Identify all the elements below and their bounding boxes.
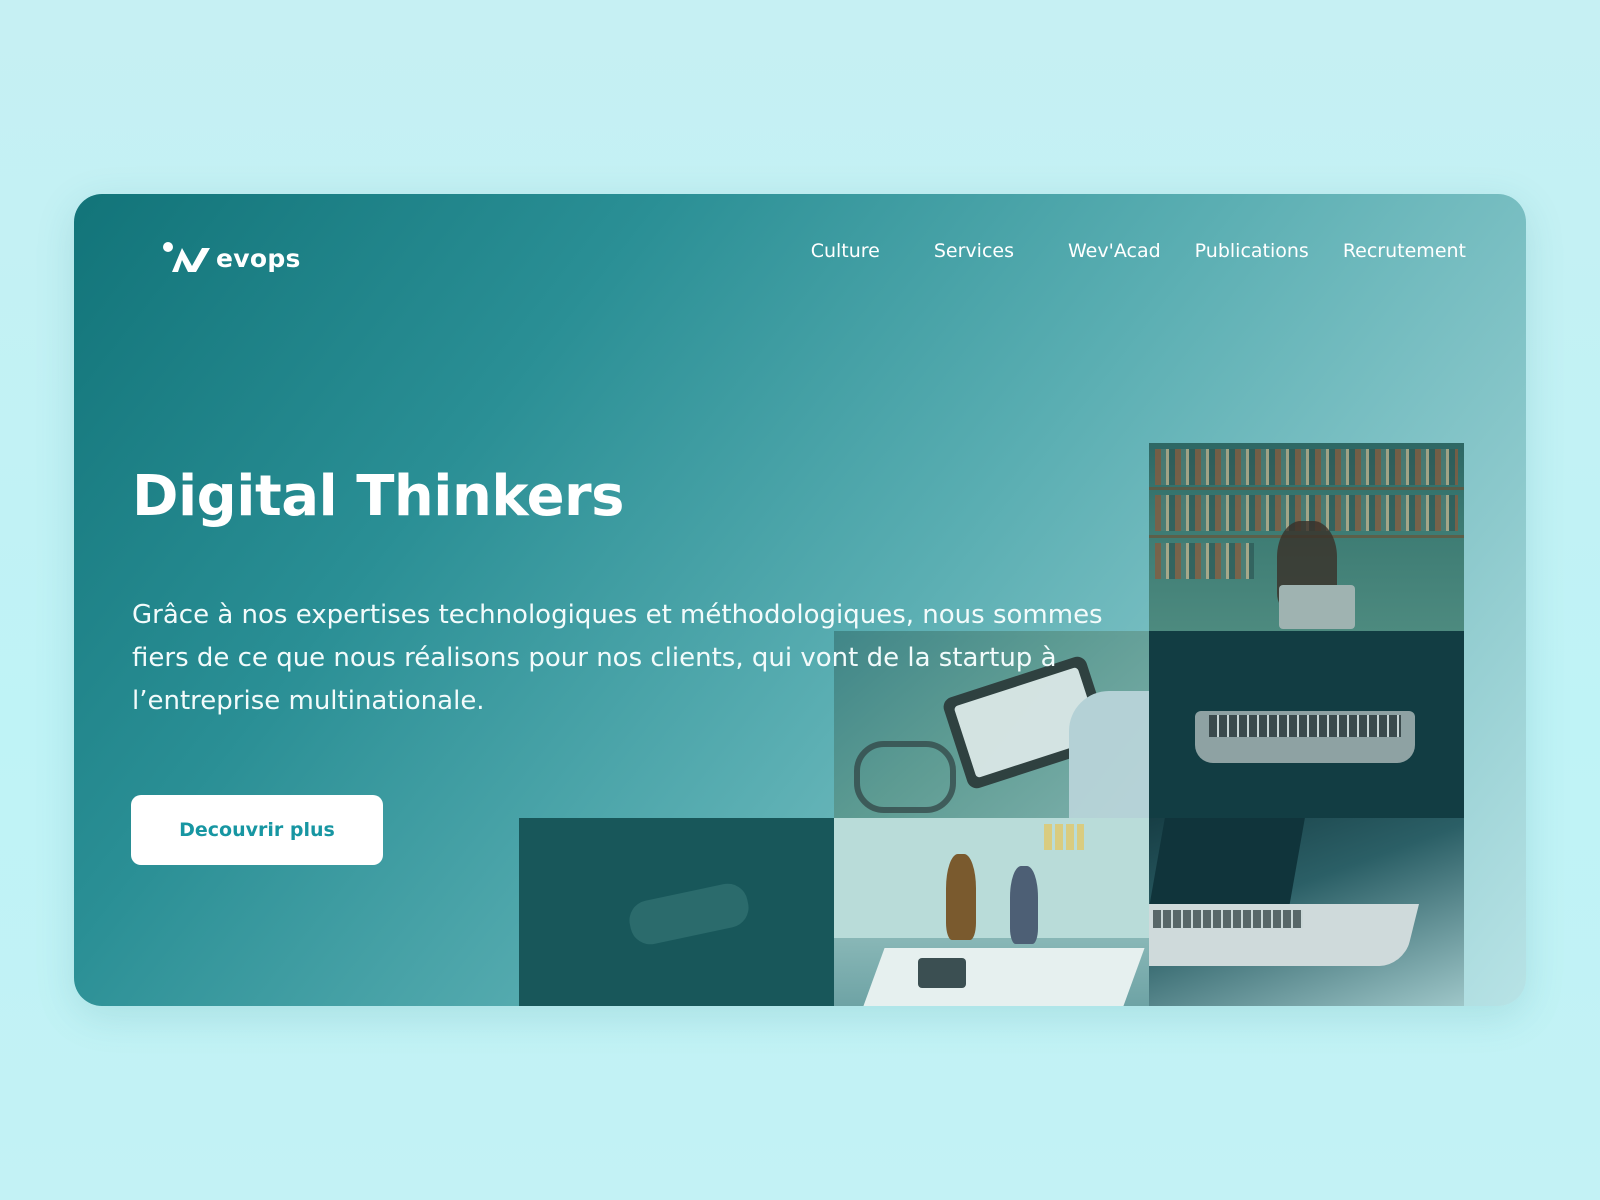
person-figure <box>1010 866 1038 944</box>
hero-description: Grâce à nos expertises technologiques et… <box>132 600 1103 716</box>
hero-title: Digital Thinkers <box>132 464 625 529</box>
photo-hands-phone <box>519 818 834 1006</box>
nav-item-recrutement[interactable]: Recrutement <box>1343 240 1466 262</box>
nav-item-services[interactable]: Services <box>934 240 1014 262</box>
keyboard-shape <box>1153 910 1303 928</box>
laptop-shape <box>1279 585 1355 629</box>
keyboard-shape <box>1209 715 1401 737</box>
photo-library-woman <box>1149 443 1464 631</box>
whiteboard-shape <box>834 818 1149 938</box>
headset-shape <box>854 741 956 813</box>
hero-card: evops Culture Services Wev'Acad Publicat… <box>74 194 1526 1006</box>
laptop-lid <box>1149 818 1305 908</box>
discover-more-button[interactable]: Decouvrir plus <box>131 795 383 865</box>
logo-mark-icon <box>163 242 210 272</box>
photo-laptop-dark <box>1149 631 1464 818</box>
person-figure <box>946 854 976 940</box>
brand-logo[interactable]: evops <box>162 238 301 278</box>
nav-item-publications[interactable]: Publications <box>1195 240 1309 262</box>
nav-item-culture[interactable]: Culture <box>811 240 880 262</box>
photo-whiteboard-meeting <box>834 818 1149 1006</box>
photo-laptop-silver <box>1149 818 1464 1006</box>
bookshelf-row <box>1155 543 1254 579</box>
sticky-notes <box>1044 824 1084 850</box>
bookshelf-row <box>1155 449 1458 485</box>
nav-item-wevacad[interactable]: Wev'Acad <box>1068 240 1161 262</box>
shelf-divider <box>1149 487 1464 490</box>
brand-name: evops <box>216 243 301 273</box>
laptop-shape <box>918 958 966 988</box>
table-shape <box>863 948 1145 1006</box>
hands-shape <box>625 880 753 948</box>
main-nav: Culture Services Wev'Acad Publications R… <box>811 240 1466 262</box>
